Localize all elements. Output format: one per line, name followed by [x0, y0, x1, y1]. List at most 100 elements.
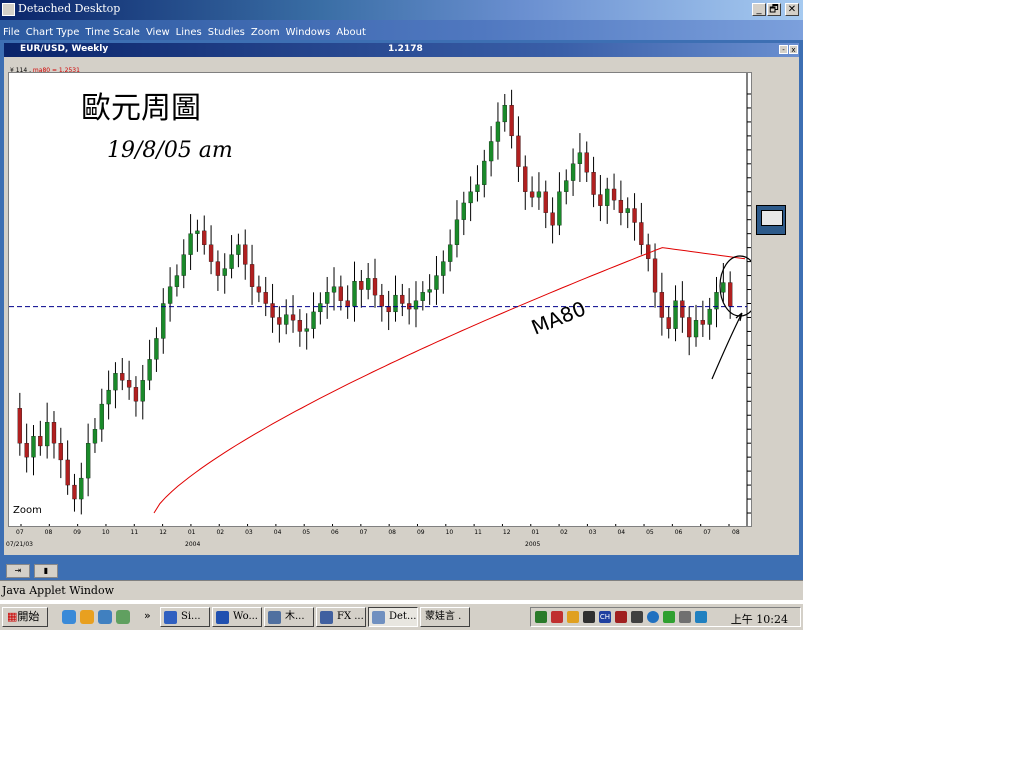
toolbar-button-2[interactable]: ▮: [34, 564, 58, 578]
quicklaunch-more-icon[interactable]: »: [144, 609, 151, 622]
taskbar-item-label: Si...: [181, 611, 201, 622]
candle-down: [249, 264, 255, 287]
window-title-bar: Detached Desktop _ 🗗 ✕: [0, 0, 803, 20]
outlook-icon[interactable]: [80, 610, 94, 624]
candle-up: [495, 121, 501, 142]
tray-java-icon[interactable]: [695, 611, 707, 623]
start-label: 開始: [17, 610, 40, 623]
taskbar: ▦開始 » Si... Wo... 木... FX ... Det... 蒙娃言…: [0, 602, 803, 630]
chart-close-button[interactable]: x: [789, 45, 798, 54]
candle-down: [38, 436, 43, 447]
taskbar-item-si[interactable]: Si...: [160, 607, 210, 627]
minimize-button[interactable]: _: [752, 3, 766, 16]
bottom-toolbar: ⇥ ▮: [0, 560, 803, 580]
candle-up: [427, 289, 432, 293]
status-text: Java Applet Window: [2, 584, 115, 597]
candle-down: [646, 244, 651, 259]
candle-up: [673, 300, 678, 329]
tray-tool-icon[interactable]: [631, 611, 643, 623]
tray-app-icon[interactable]: [615, 611, 627, 623]
quicklaunch-app-icon[interactable]: [116, 610, 130, 624]
taskbar-item-ime[interactable]: 蒙娃言 .: [420, 607, 470, 627]
candle-down: [202, 230, 207, 245]
menu-file[interactable]: File: [0, 23, 23, 38]
x-tick-label: 08: [44, 529, 53, 536]
menu-zoom[interactable]: Zoom: [248, 23, 283, 38]
taskbar-item-app3[interactable]: 木...: [264, 607, 314, 627]
x-tick-label: 07: [703, 529, 711, 536]
menu-chart-type[interactable]: Chart Type: [23, 23, 83, 38]
candle-up: [693, 320, 699, 338]
candle-up: [188, 233, 193, 255]
candle-down: [290, 314, 296, 321]
candle-up: [475, 184, 480, 192]
candle-down: [372, 278, 378, 296]
candle-up: [570, 163, 576, 181]
x-year-label: 2005: [525, 541, 541, 548]
candle-up: [99, 403, 104, 430]
candle-down: [72, 484, 77, 500]
candle-up: [536, 191, 542, 198]
close-button[interactable]: ✕: [785, 3, 799, 16]
x-tick-label: 12: [502, 529, 511, 536]
candle-down: [133, 387, 139, 402]
chart-minimize-button[interactable]: -: [779, 45, 788, 54]
tray-ch-icon[interactable]: CH: [599, 611, 611, 623]
x-tick-label: 11: [474, 529, 482, 536]
taskbar-item-label: FX ...: [337, 611, 364, 622]
candle-down: [652, 258, 658, 293]
candle-down: [529, 191, 535, 198]
x-tick-label: 08: [388, 529, 396, 536]
menu-view[interactable]: View: [143, 23, 173, 38]
menu-studies[interactable]: Studies: [205, 23, 248, 38]
x-tick-label: 10: [445, 529, 454, 536]
tray-network-icon[interactable]: [535, 611, 547, 623]
zoom-label: Zoom: [13, 505, 42, 516]
x-year-label: 07/21/03: [6, 541, 33, 548]
candle-down: [543, 191, 548, 213]
candle-up: [441, 261, 446, 276]
x-tick-label: 09: [73, 529, 81, 536]
menu-lines[interactable]: Lines: [173, 23, 205, 38]
x-tick-label: 01: [187, 529, 196, 536]
candle-up: [161, 303, 166, 339]
taskbar-item-detached[interactable]: Det...: [368, 607, 418, 627]
candle-up: [284, 314, 289, 325]
restore-button[interactable]: 🗗: [767, 3, 781, 16]
x-tick-label: 11: [130, 529, 139, 536]
tray-antivirus-icon[interactable]: [551, 611, 563, 623]
chart-window-icon[interactable]: [756, 205, 786, 235]
java-icon: [372, 611, 385, 624]
toolbar-button-1[interactable]: ⇥: [6, 564, 30, 578]
candle-up: [413, 300, 419, 310]
tray-globe-icon[interactable]: [647, 611, 659, 623]
taskbar-item-fx[interactable]: FX ...: [316, 607, 366, 627]
app-icon: [268, 611, 281, 624]
tray-monitor-icon[interactable]: [583, 611, 595, 623]
candle-up: [229, 254, 234, 269]
taskbar-item-word[interactable]: Wo...: [212, 607, 262, 627]
clock: 上午 10:24: [730, 613, 788, 626]
x-tick-label: 12: [159, 529, 167, 536]
tray-pen-icon[interactable]: [567, 611, 579, 623]
desktop-icon[interactable]: [98, 610, 112, 624]
candle-up: [174, 275, 180, 287]
menu-time-scale[interactable]: Time Scale: [82, 23, 143, 38]
candle-down: [700, 320, 705, 325]
candle-up: [304, 328, 309, 332]
ie-icon[interactable]: [62, 610, 76, 624]
candle-up: [167, 286, 173, 304]
candle-down: [659, 292, 665, 318]
tray-update-icon[interactable]: [663, 611, 675, 623]
candle-up: [352, 281, 357, 307]
x-tick-label: 03: [245, 529, 253, 536]
chart-plot-area[interactable]: 1.37001.36001.35001.34001.33001.32001.31…: [8, 72, 752, 527]
tray-volume-icon[interactable]: [679, 611, 691, 623]
candle-up: [85, 443, 91, 479]
taskbar-item-label: 木...: [285, 611, 305, 622]
candle-down: [256, 286, 262, 293]
candle-down: [516, 135, 521, 167]
menu-about[interactable]: About: [333, 23, 369, 38]
start-button[interactable]: ▦開始: [2, 607, 48, 627]
menu-windows[interactable]: Windows: [283, 23, 334, 38]
